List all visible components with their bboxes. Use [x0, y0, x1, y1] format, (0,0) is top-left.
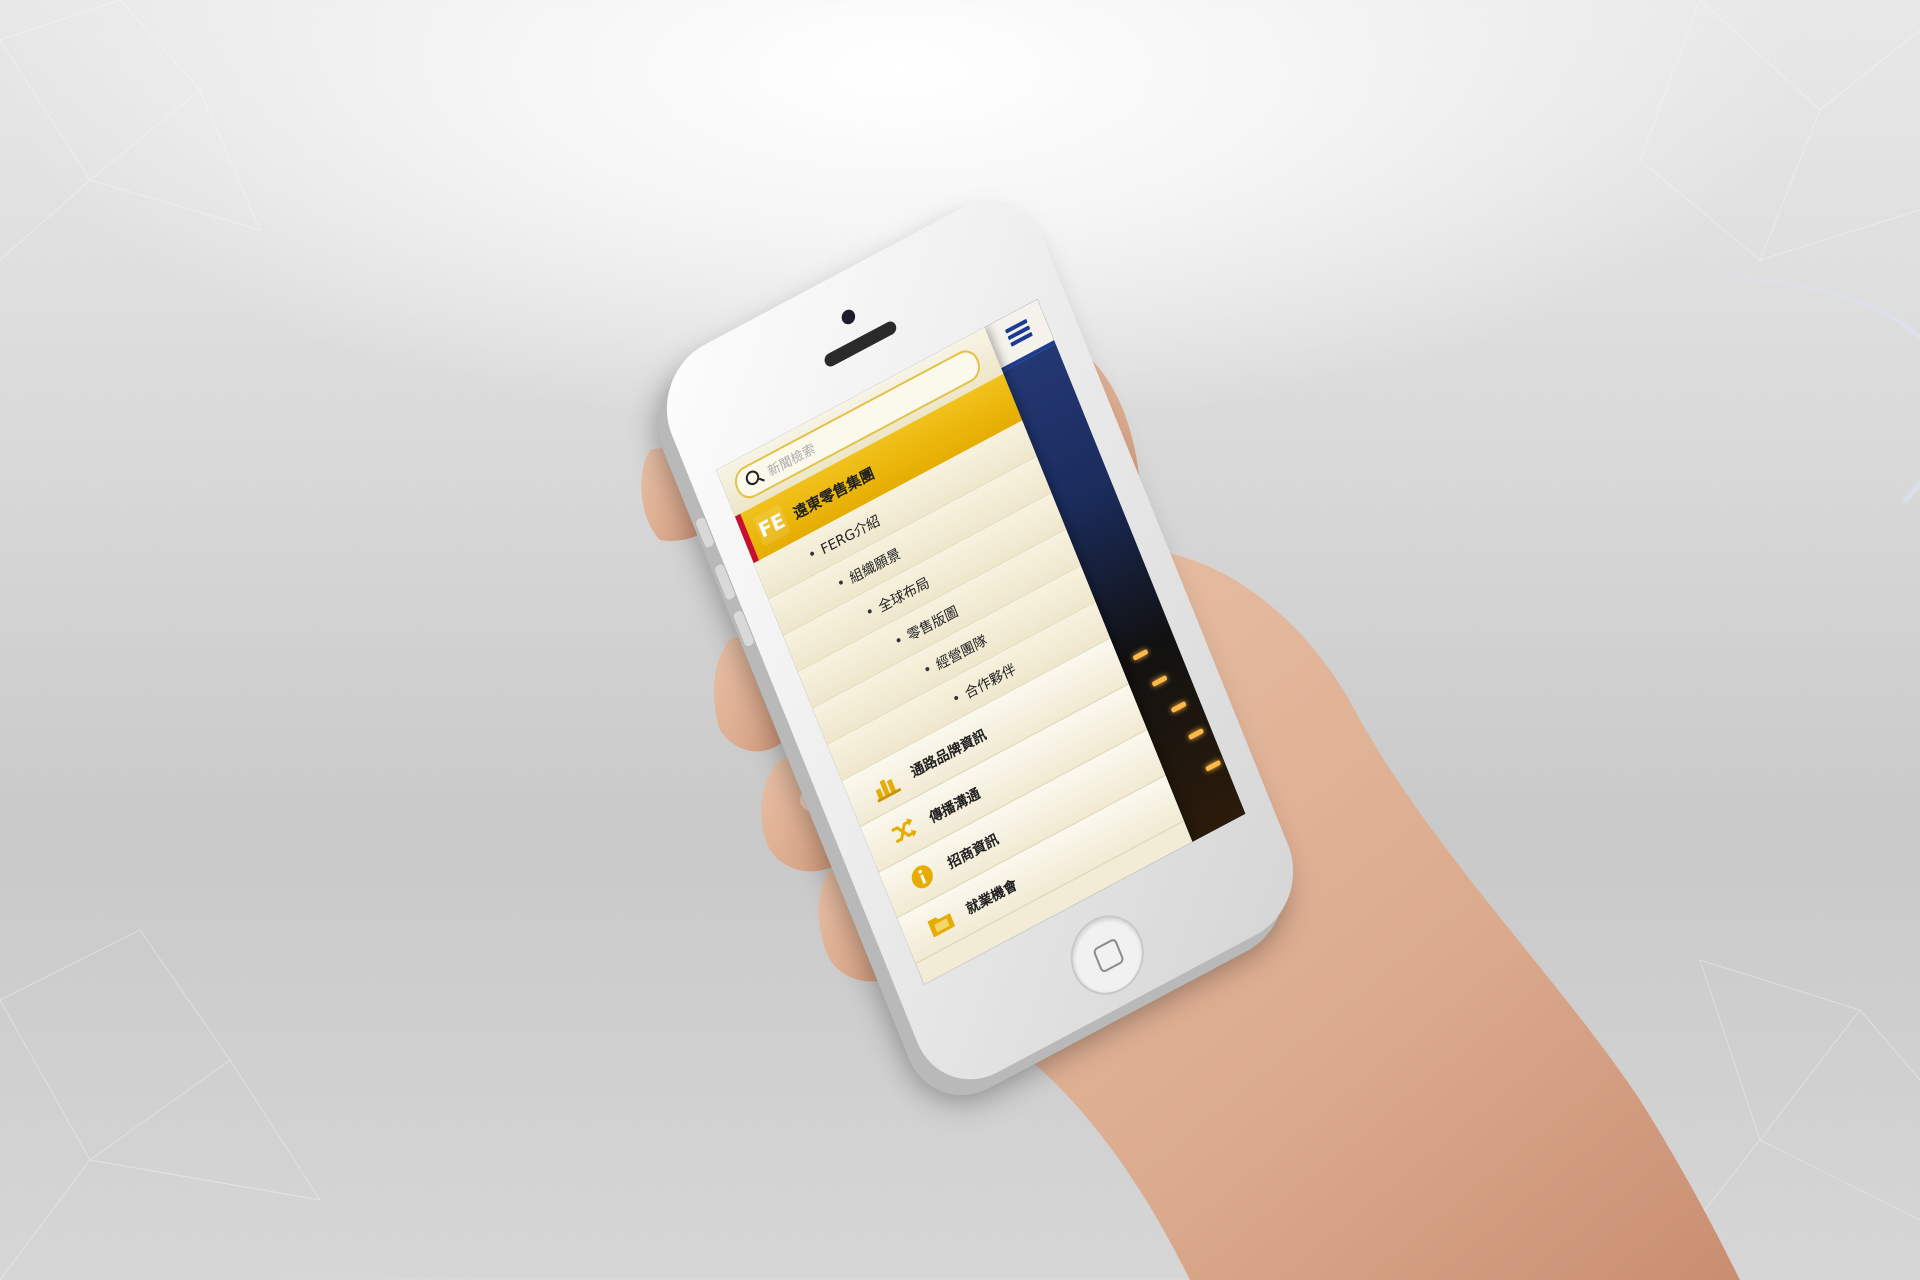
bullet-icon [867, 608, 873, 615]
info-icon [911, 865, 933, 889]
bullet-icon [838, 579, 844, 586]
folder-icon [927, 913, 956, 938]
bullet-icon [809, 550, 815, 557]
ferg-logo-icon: FE [752, 504, 791, 547]
search-icon[interactable] [743, 468, 762, 488]
bullet-icon [953, 695, 959, 701]
home-square-icon [1092, 937, 1125, 974]
bullet-icon [924, 666, 930, 672]
menu-item-label: 就業機會 [964, 876, 1020, 919]
bullet-icon [896, 637, 902, 644]
bar-chart-icon [875, 778, 902, 803]
shuffle-icon [891, 818, 917, 844]
hamburger-menu-icon[interactable] [1004, 318, 1033, 347]
